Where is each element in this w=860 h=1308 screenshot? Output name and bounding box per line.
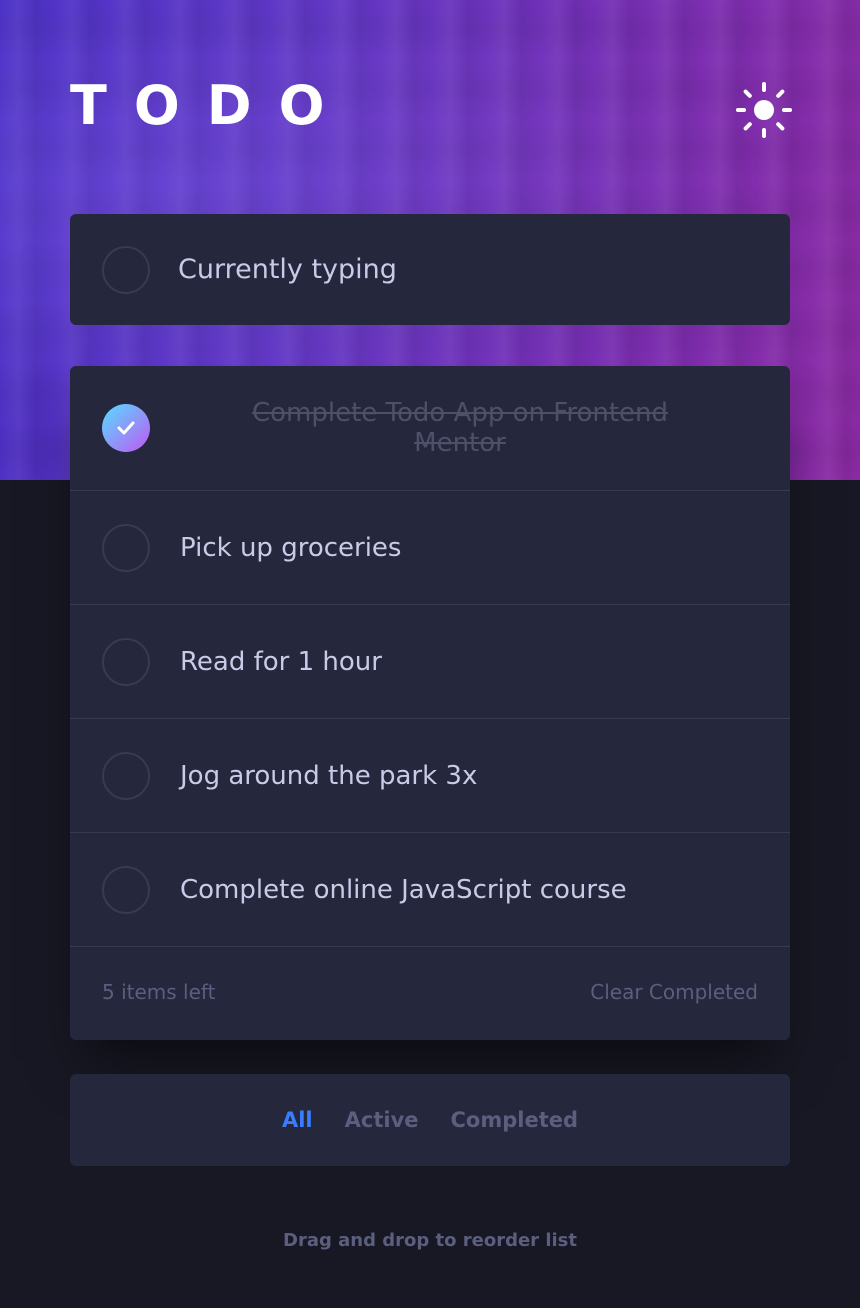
todo-text: Pick up groceries <box>180 532 402 563</box>
todo-checkbox[interactable] <box>102 637 150 686</box>
app-title: TODO <box>70 74 352 137</box>
check-icon <box>117 421 135 435</box>
sun-icon <box>736 82 792 138</box>
todo-list: Complete Todo App on Frontend Mentor Pic… <box>70 366 790 1040</box>
todo-item[interactable]: Complete Todo App on Frontend Mentor <box>70 366 790 491</box>
todo-checkbox[interactable] <box>102 523 150 572</box>
todo-text: Complete Todo App on Frontend Mentor <box>200 398 720 458</box>
todo-item[interactable]: Complete online JavaScript course <box>70 833 790 947</box>
new-todo-card <box>70 214 790 325</box>
new-todo-circle-icon <box>102 246 150 294</box>
todo-checkbox[interactable] <box>102 404 150 452</box>
todo-checkbox[interactable] <box>102 865 150 914</box>
clear-completed-button[interactable]: Clear Completed <box>590 980 758 1004</box>
list-footer: 5 items left Clear Completed <box>70 946 790 1040</box>
new-todo-input[interactable] <box>178 244 758 294</box>
filter-completed[interactable]: Completed <box>451 1108 579 1132</box>
todo-item[interactable]: Pick up groceries <box>70 491 790 605</box>
todo-item[interactable]: Jog around the park 3x <box>70 719 790 833</box>
filter-all[interactable]: All <box>282 1108 313 1132</box>
todo-text-line2: Mentor <box>414 428 506 458</box>
drag-drop-hint: Drag and drop to reorder list <box>283 1230 577 1251</box>
items-left-count: 5 items left <box>102 980 216 1004</box>
todo-text: Complete online JavaScript course <box>180 874 627 905</box>
theme-toggle-button[interactable] <box>736 82 792 138</box>
todo-checkbox[interactable] <box>102 751 150 800</box>
todo-text: Jog around the park 3x <box>180 760 478 791</box>
todo-item[interactable]: Read for 1 hour <box>70 605 790 719</box>
filter-bar: All Active Completed <box>70 1074 790 1166</box>
filter-active[interactable]: Active <box>345 1108 419 1132</box>
todo-text-line1: Complete Todo App on Frontend <box>251 398 669 428</box>
todo-text: Read for 1 hour <box>180 646 382 677</box>
